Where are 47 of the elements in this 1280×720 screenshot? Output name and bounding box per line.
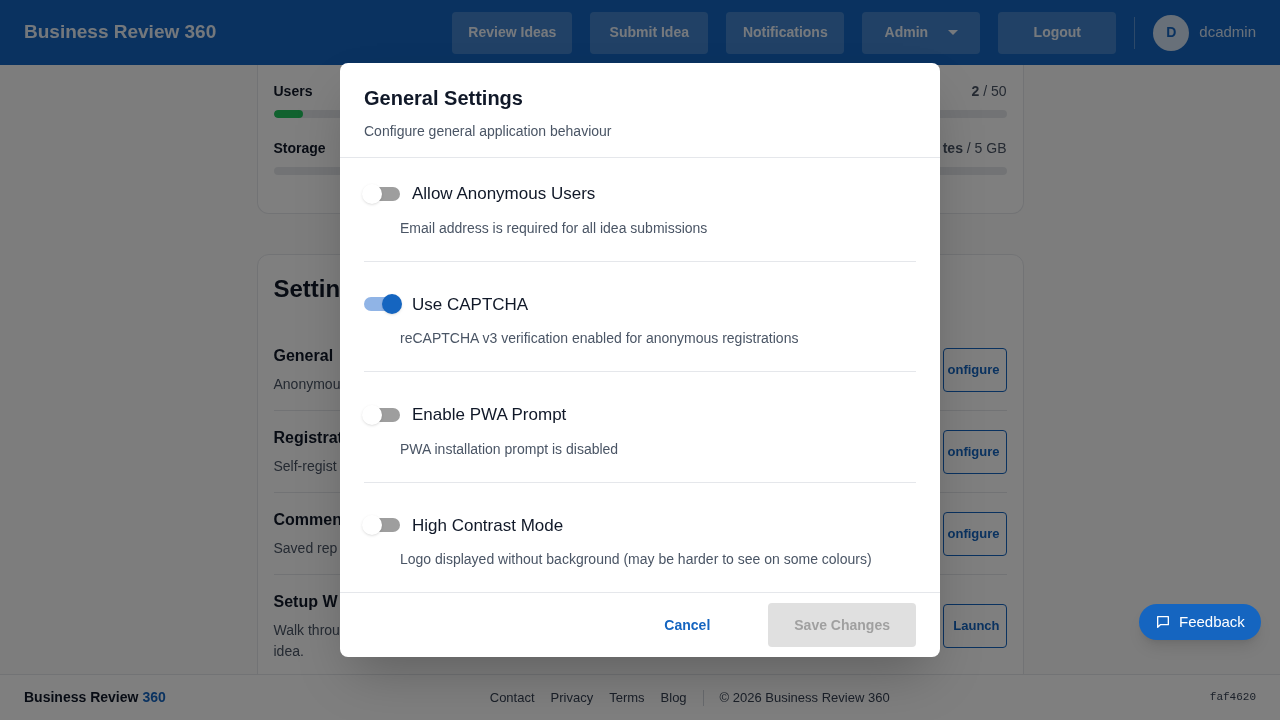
- footer-brand-number: 360: [142, 688, 166, 707]
- dialog-title: General Settings: [364, 86, 524, 111]
- toggle-description: PWA installation prompt is disabled: [399, 439, 620, 459]
- user-name: dcadmin: [1199, 22, 1256, 43]
- toggle-description: reCAPTCHA v3 verification enabled for anonymous registrations: [399, 329, 800, 348]
- setting-description: Anonymou: [273, 375, 341, 394]
- toggle-switch[interactable]: [364, 294, 400, 315]
- meter-reading: tes / 5 GB: [942, 139, 1007, 158]
- toggle-label: Enable PWA Prompt: [412, 404, 567, 426]
- footer-link[interactable]: Privacy: [550, 687, 594, 708]
- action-button[interactable]: onfigure: [942, 511, 1007, 556]
- setting-title: General: [273, 346, 335, 366]
- toggle-description: Logo displayed without background (may be harder to see on some colours): [399, 550, 873, 569]
- setting-description: idea.: [273, 642, 305, 661]
- user-avatar[interactable]: D: [1153, 14, 1190, 51]
- action-button[interactable]: onfigure: [942, 429, 1007, 474]
- feedback-button[interactable]: Feedback: [1139, 604, 1261, 640]
- footer-brand: Business Review: [24, 688, 139, 707]
- meter-reading: 2 / 50: [971, 82, 1007, 101]
- meter-label: Users: [273, 82, 313, 101]
- card-title: Settin: [273, 274, 341, 304]
- setting-title: Registrat: [273, 428, 343, 448]
- action-button[interactable]: Launch: [942, 604, 1007, 648]
- setting-description: Self-regist: [273, 457, 338, 476]
- toggle-label: Use CAPTCHA: [412, 293, 529, 316]
- app-title: Business Review 360: [24, 20, 217, 45]
- toggle-label: High Contrast Mode: [412, 514, 564, 537]
- toggle-switch[interactable]: [364, 404, 400, 425]
- caret-icon: [948, 30, 959, 35]
- action-button[interactable]: onfigure: [942, 347, 1007, 392]
- version-label: faf4620: [1209, 690, 1256, 706]
- copyright-text: © 2026 Business Review 360: [719, 688, 890, 707]
- setting-description: Saved rep: [273, 539, 339, 558]
- toggle-label: Allow Anonymous Users: [412, 183, 596, 205]
- cancel-button[interactable]: Cancel: [630, 603, 745, 647]
- dialog-subtitle: Configure general application behaviour: [364, 122, 613, 141]
- footer-link[interactable]: Contact: [489, 687, 535, 708]
- toggle-switch[interactable]: [364, 515, 400, 536]
- toggle-description: Email address is required for all idea submissions: [399, 218, 709, 238]
- toggle-switch[interactable]: [364, 183, 400, 204]
- meter-label: Storage: [273, 139, 326, 158]
- chat-bubble-icon: [1155, 614, 1171, 630]
- footer-link[interactable]: Blog: [660, 687, 687, 708]
- setting-title: Commen: [273, 510, 342, 530]
- setting-description: Walk throu: [273, 621, 340, 640]
- footer-link[interactable]: Terms: [609, 687, 645, 708]
- setting-title: Setup W: [273, 592, 339, 612]
